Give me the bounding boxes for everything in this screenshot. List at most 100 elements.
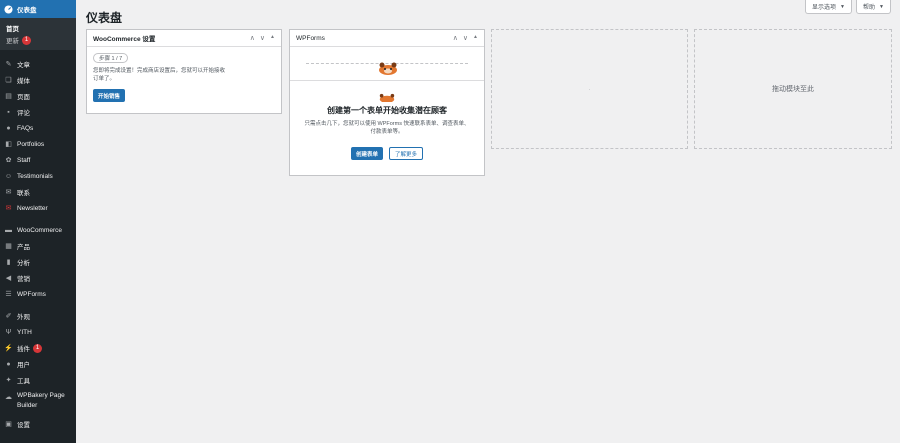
analytics-icon: ▮ xyxy=(6,259,11,266)
product-icon: ▦ xyxy=(5,243,12,250)
menu-portfolios[interactable]: ◧ Portfolios xyxy=(0,136,76,152)
move-down-icon[interactable]: ∨ xyxy=(260,34,265,42)
move-up-icon[interactable]: ∧ xyxy=(250,34,255,42)
menu-users-label: 用户 xyxy=(17,362,30,369)
staff-icon: ✿ xyxy=(5,157,12,164)
screen-options-button[interactable]: 显示选项 ▼ xyxy=(805,0,852,14)
submenu-updates-label: 更新 xyxy=(6,38,19,45)
widget-title: WooCommerce 设置 xyxy=(93,36,156,43)
help-button[interactable]: 帮助 ▼ xyxy=(856,0,891,14)
dashboard-main: 仪表盘 显示选项 ▼ 帮助 ▼ WooCommerce 设置 ∧ ∨ ▲ 步骤 1 … xyxy=(76,0,900,443)
newsletter-icon: ✉ xyxy=(5,205,12,212)
menu-staff-label: Staff xyxy=(17,156,31,164)
menu-testimonials[interactable]: ☺ Testimonials xyxy=(0,168,76,184)
menu-wpforms-label: WPForms xyxy=(17,290,46,298)
submenu-home[interactable]: 首页 xyxy=(0,22,76,34)
collapse-icon[interactable]: ▲ xyxy=(270,34,275,42)
user-icon: ● xyxy=(6,360,11,368)
menu-pages[interactable]: ▤ 页面 xyxy=(0,88,76,104)
menu-contact[interactable]: ✉ 联系 xyxy=(0,184,76,200)
menu-wpbakery[interactable]: ☁ WPBakery Page Builder xyxy=(0,388,76,416)
menu-users[interactable]: ● 用户 xyxy=(0,356,76,372)
menu-tools-label: 工具 xyxy=(17,378,30,385)
woocommerce-setup-widget: WooCommerce 设置 ∧ ∨ ▲ 步骤 1 / 7 您即将完成设置！完成… xyxy=(86,29,282,114)
menu-testimonials-label: Testimonials xyxy=(17,172,53,180)
dashboard-icon xyxy=(4,4,13,14)
menu-media[interactable]: ❏ 媒体 xyxy=(0,72,76,88)
plugin-icon: ⚡ xyxy=(4,345,13,352)
wpforms-banner xyxy=(290,47,484,81)
menu-comments[interactable]: ▪ 评论 xyxy=(0,104,76,120)
menu-comments-label: 评论 xyxy=(17,110,30,117)
menu-marketing-label: 营销 xyxy=(17,276,30,283)
menu-media-label: 媒体 xyxy=(17,78,30,85)
setup-description: 您即将完成设置！完成商店设置后，您就可以开始接收订单了。 xyxy=(93,68,226,82)
testimonial-icon: ☺ xyxy=(4,172,13,180)
menu-appearance[interactable]: ✐ 外观 xyxy=(0,308,76,324)
widget-header: WooCommerce 设置 ∧ ∨ ▲ xyxy=(87,30,281,47)
empty-drop-zone: · xyxy=(491,29,688,149)
mail-icon: ✉ xyxy=(5,189,12,196)
bear-mascot-small-icon xyxy=(379,93,395,102)
menu-contact-label: 联系 xyxy=(17,190,30,197)
step-text: 步骤 1 / 7 xyxy=(99,56,123,62)
menu-tools[interactable]: ✦ 工具 xyxy=(0,372,76,388)
menu-posts[interactable]: ✎ 文章 xyxy=(0,56,76,72)
menu-yith[interactable]: Ψ YITH xyxy=(0,324,76,340)
menu-wpbakery-label: WPBakery Page Builder xyxy=(17,392,65,409)
wpbakery-icon: ☁ xyxy=(5,393,12,401)
menu-plugins[interactable]: ⚡ 插件 1 xyxy=(0,340,76,356)
submenu-updates[interactable]: 更新 1 xyxy=(0,34,76,46)
menu-analytics-label: 分析 xyxy=(17,260,30,267)
wpforms-headline: 创建第一个表单开始收集潜在顾客 xyxy=(327,105,447,115)
caret-down-icon: ▼ xyxy=(840,3,845,10)
menu-products[interactable]: ▦ 产品 xyxy=(0,238,76,254)
menu-group-commerce: ▬ WooCommerce ▦ 产品 ▮ 分析 ◀ 营销 ☰ WPForms xyxy=(0,222,76,302)
help-label: 帮助 xyxy=(863,5,876,11)
menu-plugins-label: 插件 xyxy=(17,346,30,353)
menu-group-admin: ✐ 外观 Ψ YITH ⚡ 插件 1 ● 用户 ✦ 工具 ☁ WPBakery Page Bu… xyxy=(0,308,76,432)
admin-sidebar: 仪表盘 首页 更新 1 ✎ 文章 ❏ 媒体 ▤ 页面 ▪ 评论 ● FAQs ◧ Portf… xyxy=(0,0,76,443)
wpforms-description: 只需点击几下，您就可以使用 WPForms 快速联系表单、调查表单、付款表单等。 xyxy=(304,121,470,135)
submenu-home-label: 首页 xyxy=(6,26,19,33)
menu-wpforms[interactable]: ☰ WPForms xyxy=(0,286,76,302)
drag-boxes-drop-zone: 拖动模块至此 xyxy=(694,29,892,149)
plugins-badge: 1 xyxy=(33,343,42,353)
learn-more-button[interactable]: 了解更多 xyxy=(389,147,424,160)
menu-woocommerce-label: WooCommerce xyxy=(17,226,63,234)
settings-icon: ▣ xyxy=(5,421,12,428)
bear-mascot-icon xyxy=(379,62,397,75)
wpforms-widget: WPForms ∧ ∨ ▲ 创建第一个表单开始收集潜在顾客 只需点击几下，您就可… xyxy=(289,29,485,176)
collapse-icon[interactable]: ▲ xyxy=(473,34,478,42)
menu-analytics[interactable]: ▮ 分析 xyxy=(0,254,76,270)
move-down-icon[interactable]: ∨ xyxy=(463,34,468,42)
drop-zone-label: 拖动模块至此 xyxy=(772,86,814,93)
menu-dashboard[interactable]: 仪表盘 xyxy=(0,0,76,18)
start-selling-button[interactable]: 开始销售 xyxy=(93,89,126,102)
page-icon: ▤ xyxy=(5,93,12,100)
comment-icon: ▪ xyxy=(7,108,10,116)
menu-yith-label: YITH xyxy=(17,328,32,336)
menu-settings-label: 设置 xyxy=(17,422,30,429)
menu-dashboard-label: 仪表盘 xyxy=(17,7,37,14)
menu-staff[interactable]: ✿ Staff xyxy=(0,152,76,168)
brush-icon: ✐ xyxy=(5,313,12,320)
menu-marketing[interactable]: ◀ 营销 xyxy=(0,270,76,286)
updates-badge: 1 xyxy=(22,35,31,45)
create-form-button[interactable]: 创建表单 xyxy=(350,147,383,160)
menu-faqs[interactable]: ● FAQs xyxy=(0,120,76,136)
menu-woocommerce[interactable]: ▬ WooCommerce xyxy=(0,222,76,238)
menu-newsletter[interactable]: ✉ Newsletter xyxy=(0,200,76,216)
menu-portfolios-label: Portfolios xyxy=(17,140,45,148)
widget-title: WPForms xyxy=(296,34,325,42)
wpforms-icon: ☰ xyxy=(5,291,12,298)
media-icon: ❏ xyxy=(5,77,12,84)
menu-settings[interactable]: ▣ 设置 xyxy=(0,416,76,432)
page-title: 仪表盘 xyxy=(86,11,123,25)
step-indicator: 步骤 1 / 7 xyxy=(93,53,129,63)
caret-down-icon: ▼ xyxy=(879,3,884,10)
wrench-icon: ✦ xyxy=(5,377,12,384)
portfolio-icon: ◧ xyxy=(5,141,12,148)
move-up-icon[interactable]: ∧ xyxy=(453,34,458,42)
dashboard-submenu: 首页 更新 1 xyxy=(0,18,76,50)
